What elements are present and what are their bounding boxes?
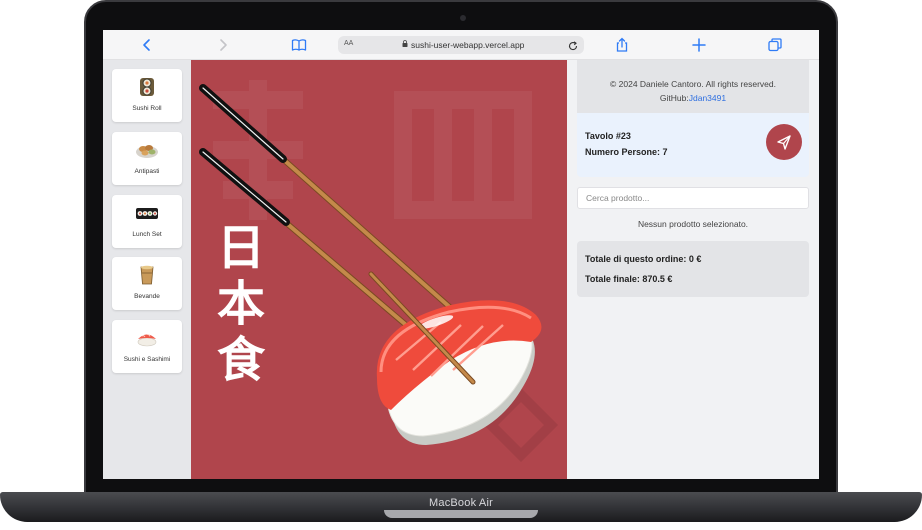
order-panel: © 2024 Daniele Cantoro. All rights reser… xyxy=(567,60,819,479)
bookmarks-icon[interactable] xyxy=(290,36,308,54)
category-label: Sushi Roll xyxy=(132,105,162,112)
share-icon[interactable] xyxy=(613,36,631,54)
lock-icon xyxy=(402,40,408,47)
camera-icon xyxy=(460,15,466,21)
laptop-notch xyxy=(384,510,538,518)
new-tab-icon[interactable] xyxy=(690,36,708,54)
device-label: MacBook Air xyxy=(429,497,493,509)
github-link[interactable]: Jdan3491 xyxy=(689,93,726,103)
category-label: Lunch Set xyxy=(132,231,162,238)
sushi-roll-icon xyxy=(140,78,154,96)
category-label: Antipasti xyxy=(134,168,160,175)
tabs-overview-icon[interactable] xyxy=(766,36,784,54)
category-antipasti[interactable]: Antipasti xyxy=(112,132,182,185)
send-icon xyxy=(777,135,791,150)
text-size-button[interactable]: AA xyxy=(344,40,353,47)
send-order-button[interactable] xyxy=(766,124,802,160)
final-total: Totale finale: 870.5 € xyxy=(585,274,673,284)
sushi-chopsticks-illustration xyxy=(199,84,542,445)
github-line: GitHub:Jdan3491 xyxy=(577,93,809,103)
lunch-set-icon xyxy=(136,208,158,219)
copyright-text: © 2024 Daniele Cantoro. All rights reser… xyxy=(610,79,776,89)
category-label: Sushi e Sashimi xyxy=(123,356,171,363)
category-sidebar: Sushi Roll Antipasti Lunch Set Bevande S… xyxy=(103,60,191,479)
url-text: sushi-user-webapp.vercel.app xyxy=(411,40,525,50)
people-count: Numero Persone: 7 xyxy=(585,147,668,157)
category-sushi-sashimi[interactable]: Sushi e Sashimi xyxy=(112,320,182,373)
bevande-icon xyxy=(140,265,154,285)
category-bevande[interactable]: Bevande xyxy=(112,257,182,310)
order-total: Totale di questo ordine: 0 € xyxy=(585,254,702,264)
footer-credits: © 2024 Daniele Cantoro. All rights reser… xyxy=(577,60,809,113)
hero-banner: 日 本 食 xyxy=(191,60,567,479)
address-bar[interactable]: AA sushi-user-webapp.vercel.app xyxy=(338,36,584,54)
empty-cart-message: Nessun prodotto selezionato. xyxy=(637,219,749,229)
category-label: Bevande xyxy=(134,293,160,300)
antipasti-icon xyxy=(136,145,158,158)
table-info-card: Tavolo #23 Numero Persone: 7 xyxy=(577,113,809,177)
sushi-sashimi-icon xyxy=(137,334,157,347)
back-icon[interactable] xyxy=(138,36,156,54)
totals-card: Totale di questo ordine: 0 € Totale fina… xyxy=(577,241,809,297)
forward-icon[interactable] xyxy=(214,36,232,54)
table-number: Tavolo #23 xyxy=(585,131,631,141)
github-prefix: GitHub: xyxy=(659,93,689,103)
category-lunch-set[interactable]: Lunch Set xyxy=(112,195,182,248)
reload-icon[interactable] xyxy=(567,37,579,55)
browser-toolbar: AA sushi-user-webapp.vercel.app xyxy=(103,30,819,60)
category-sushi-roll[interactable]: Sushi Roll xyxy=(112,69,182,122)
product-search-input[interactable] xyxy=(577,187,809,209)
screen: AA sushi-user-webapp.vercel.app Sushi Ro… xyxy=(103,30,819,479)
